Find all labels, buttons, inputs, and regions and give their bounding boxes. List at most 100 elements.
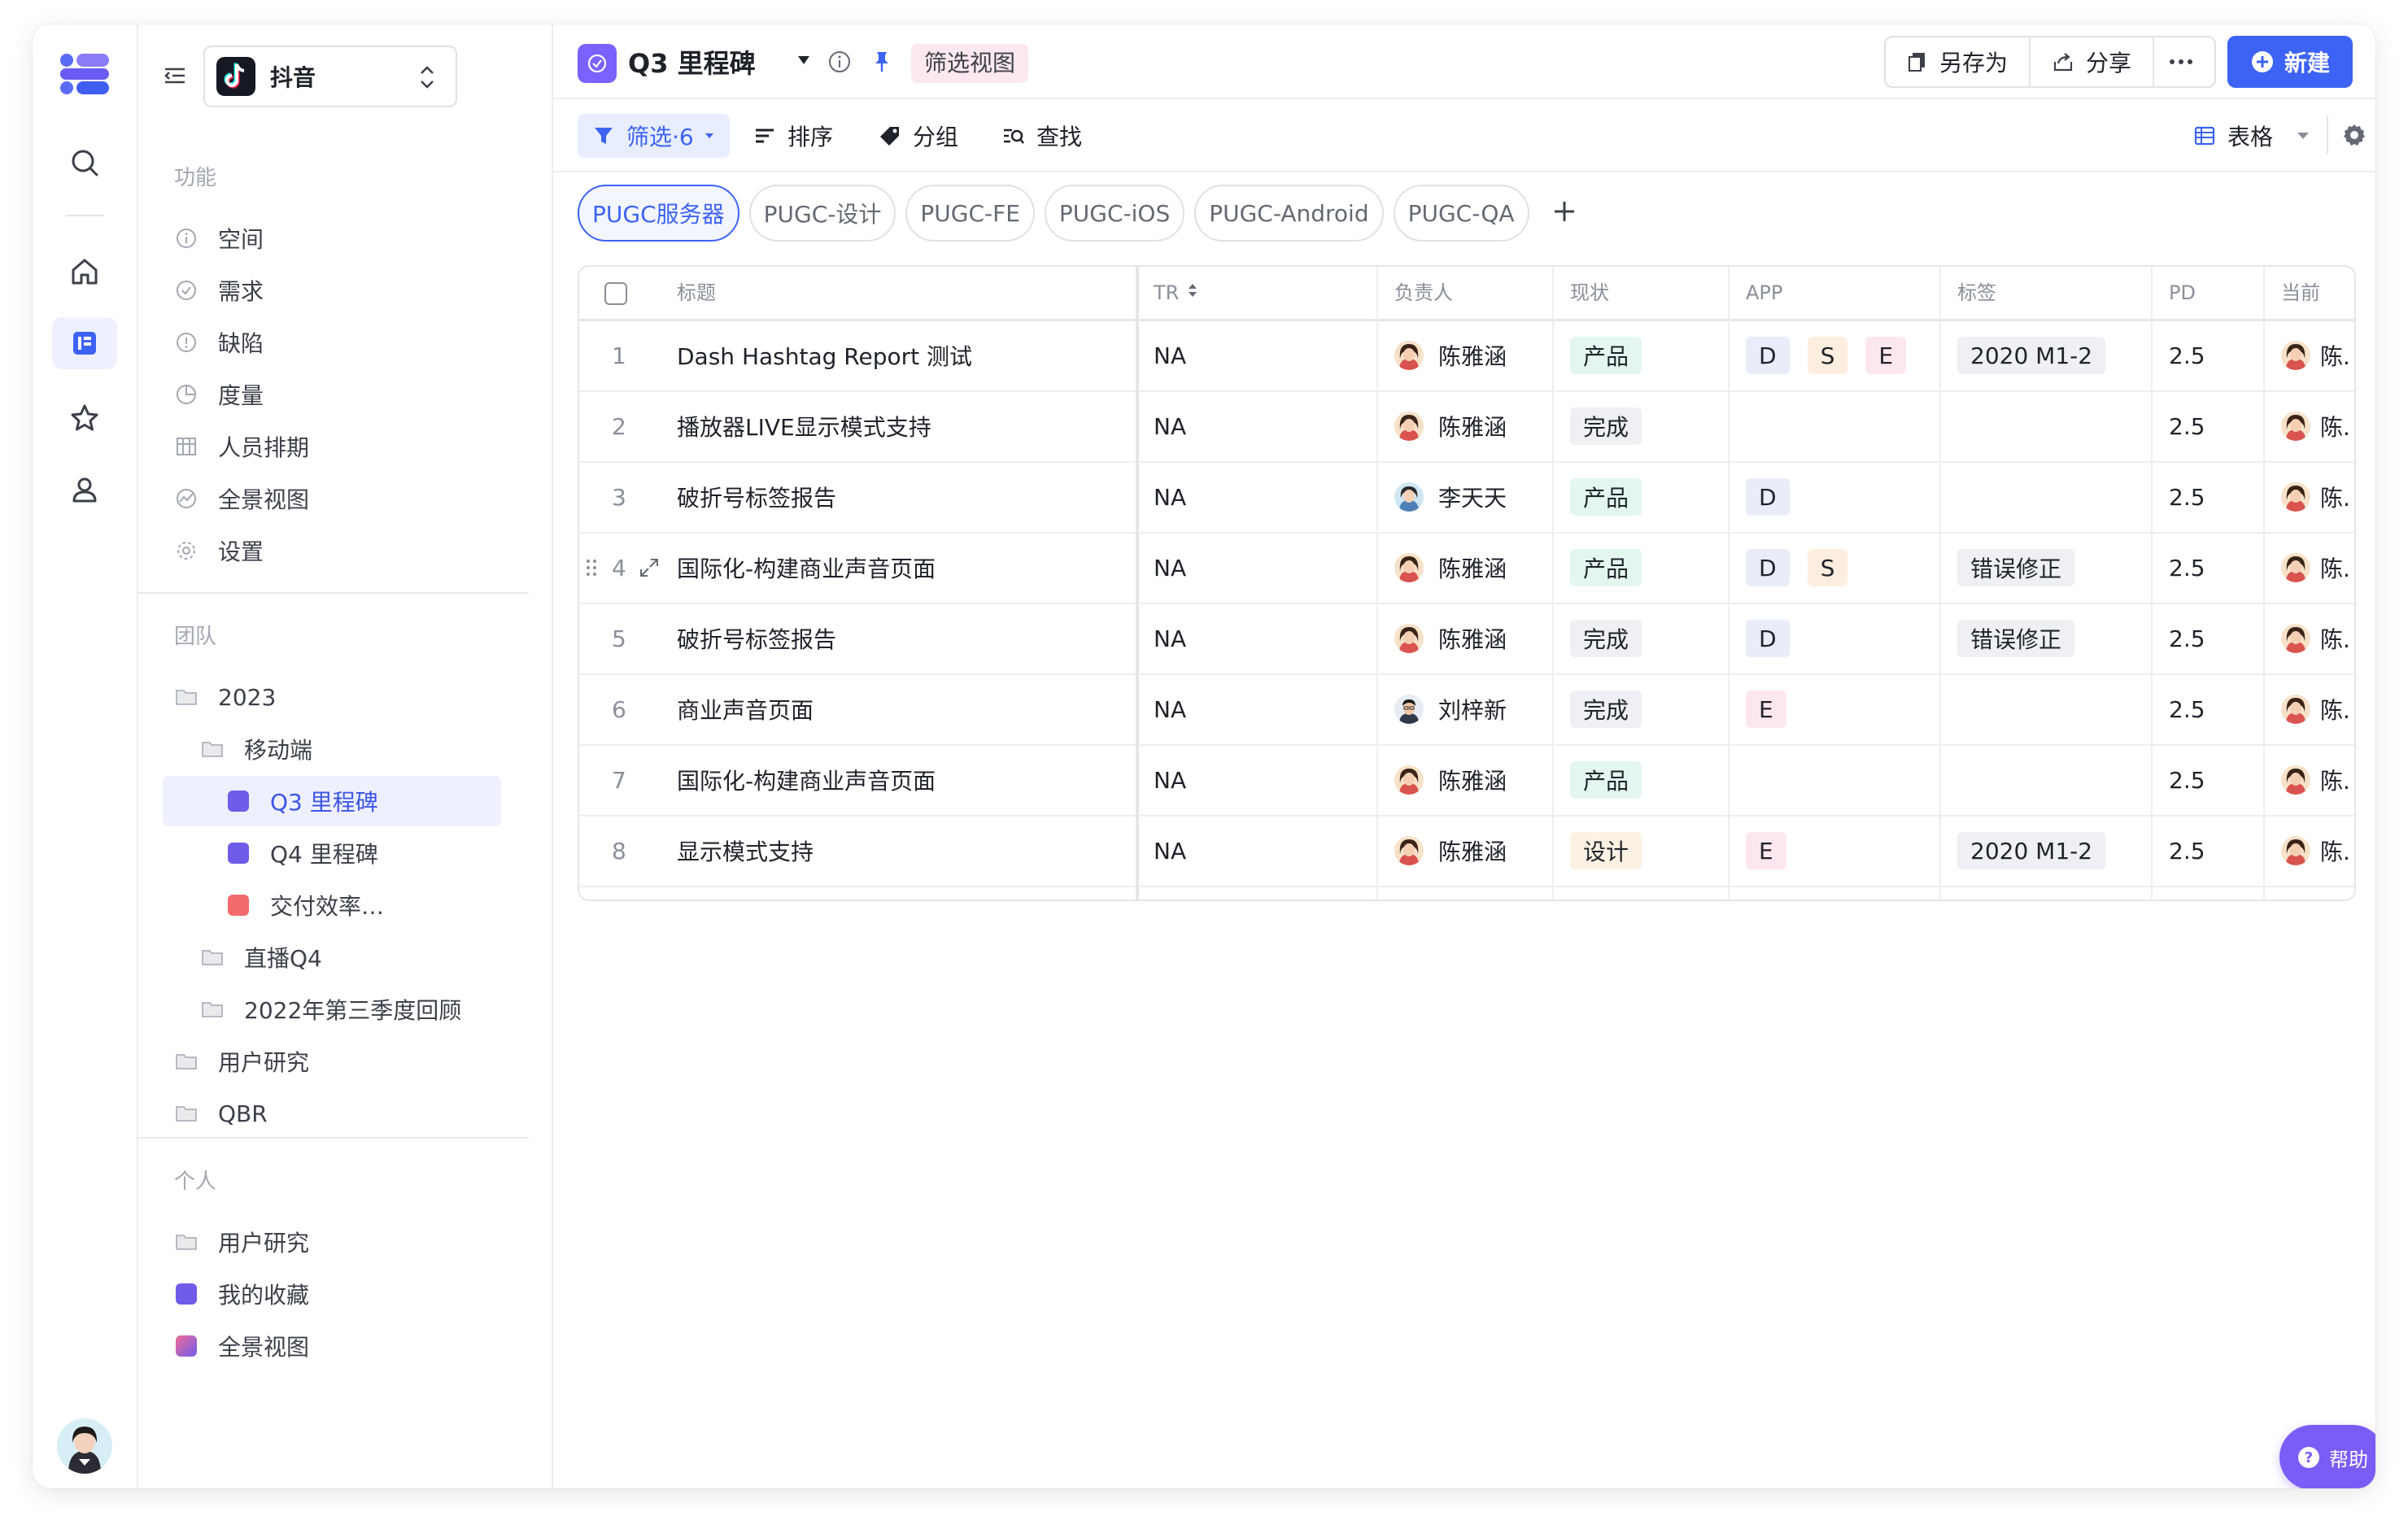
row-title[interactable]: 播放器LIVE显示模式支持	[677, 391, 931, 461]
app-selector[interactable]: 抖音	[203, 46, 457, 107]
row-status[interactable]: 产品	[1570, 533, 1660, 603]
row-current[interactable]: 陈.	[2281, 745, 2350, 815]
help-button[interactable]: ? 帮助	[2279, 1425, 2375, 1488]
col-title-header[interactable]: 标题	[677, 267, 716, 319]
col-tr-header[interactable]: TR	[1154, 267, 1198, 319]
row-current[interactable]: 陈.	[2281, 816, 2350, 886]
nav-metrics[interactable]: 度量	[163, 369, 527, 420]
current-user-avatar[interactable]	[57, 1418, 112, 1474]
col-owner-header[interactable]: 负责人	[1394, 267, 1453, 319]
expand-row-icon[interactable]	[638, 533, 661, 603]
nav-requirements[interactable]: 需求	[163, 265, 527, 316]
home-icon[interactable]	[52, 246, 117, 298]
workspace-doc-icon[interactable]	[52, 317, 117, 369]
pin-icon[interactable]	[869, 49, 895, 78]
star-icon[interactable]	[52, 392, 117, 444]
view-mode-selector[interactable]: 表格	[2193, 114, 2310, 158]
chip-pugc-android[interactable]: PUGC-Android	[1194, 185, 1384, 242]
row-current[interactable]: 陈.	[2281, 533, 2350, 603]
chip-pugc-fe[interactable]: PUGC-FE	[905, 185, 1035, 242]
row-status[interactable]: 完成	[1570, 674, 1660, 744]
chip-pugc-server[interactable]: PUGC服务器	[578, 185, 739, 242]
personal-favorites[interactable]: 我的收藏	[163, 1269, 527, 1319]
row-owner[interactable]: 李天天	[1394, 462, 1507, 532]
row-current[interactable]: 陈.	[2281, 320, 2350, 390]
collapse-sidebar-icon[interactable]	[163, 63, 187, 91]
col-pd-header[interactable]: PD	[2169, 267, 2196, 319]
folder-user-research[interactable]: 用户研究	[163, 1036, 527, 1087]
row-apps[interactable]: E	[1746, 816, 1804, 886]
row-owner[interactable]: 陈雅涵	[1394, 603, 1507, 673]
col-app-header[interactable]: APP	[1746, 267, 1782, 319]
row-title[interactable]: 商业声音页面	[677, 674, 814, 744]
row-title[interactable]: 破折号标签报告	[677, 462, 836, 532]
group-button[interactable]: 分组	[879, 114, 958, 158]
row-owner[interactable]: 陈雅涵	[1394, 320, 1507, 390]
row-title[interactable]: 显示模式支持	[677, 816, 814, 886]
row-owner[interactable]: 陈雅涵	[1394, 533, 1507, 603]
filter-button[interactable]: 筛选·6	[578, 114, 730, 158]
col-status-header[interactable]: 现状	[1570, 267, 1609, 319]
find-button[interactable]: 查找	[1002, 114, 1082, 158]
search-icon[interactable]	[52, 137, 117, 189]
row-apps[interactable]: DSE	[1746, 320, 1924, 390]
view-delivery-efficiency[interactable]: 交付效率…	[163, 880, 501, 930]
row-status[interactable]: 完成	[1570, 603, 1660, 673]
select-all-checkbox[interactable]	[604, 281, 628, 306]
row-owner[interactable]: 陈雅涵	[1394, 816, 1507, 886]
table-row[interactable]: 7 国际化-构建商业声音页面 NA 陈雅涵 产品 2.5 陈.	[579, 745, 2354, 817]
nav-staff-schedule[interactable]: 人员排期	[163, 421, 527, 472]
personal-panorama[interactable]: 全景视图	[163, 1321, 527, 1371]
title-dropdown-icon[interactable]	[796, 54, 812, 70]
row-title[interactable]: 破折号标签报告	[677, 603, 836, 673]
view-q4-milestone[interactable]: Q4 里程碑	[163, 828, 501, 878]
row-label[interactable]: 错误修正	[1957, 603, 2092, 673]
nav-space[interactable]: 空间	[163, 213, 527, 264]
table-row[interactable]: 5 破折号标签报告 NA 陈雅涵 完成 D 错误修正 2.5 陈.	[579, 603, 2354, 675]
add-chip-plus-icon[interactable]	[1551, 198, 1578, 229]
folder-2022-q3-review[interactable]: 2022年第三季度回顾	[189, 984, 527, 1035]
save-as-button[interactable]: 另存为	[1886, 37, 2029, 86]
table-row[interactable]: 6 商业声音页面 NA 刘梓新 完成 E 2.5 陈.	[579, 674, 2354, 746]
folder-2023[interactable]: 2023	[163, 672, 527, 722]
table-row[interactable]: 4 国际化-构建商业声音页面 NA 陈雅涵 产品 D S 错误修正 2.5 陈.	[579, 533, 2354, 604]
col-current-header[interactable]: 当前	[2281, 267, 2320, 319]
table-row[interactable]: 2 播放器LIVE显示模式支持 NA 陈雅涵 完成 2.5 陈.	[579, 391, 2354, 463]
nav-panorama[interactable]: 全景视图	[163, 473, 527, 524]
share-button[interactable]: 分享	[2031, 37, 2153, 86]
table-row[interactable]: 1 Dash Hashtag Report 测试 NA 陈雅涵 产品 D S E 2020 M1…	[579, 320, 2354, 392]
table-row[interactable]: 8 显示模式支持 NA 陈雅涵 设计 E 2020 M1-2 2.5 陈.	[579, 816, 2354, 887]
folder-live-q4[interactable]: 直播Q4	[189, 932, 527, 982]
row-label[interactable]: 错误修正	[1957, 533, 2092, 603]
row-apps[interactable]: D	[1746, 603, 1808, 673]
more-icon[interactable]	[2154, 37, 2208, 86]
row-status[interactable]: 产品	[1570, 320, 1660, 390]
row-apps[interactable]: E	[1746, 674, 1804, 744]
row-current[interactable]: 陈.	[2281, 603, 2350, 673]
row-owner[interactable]: 陈雅涵	[1394, 745, 1507, 815]
folder-mobile[interactable]: 移动端	[189, 724, 527, 774]
row-status[interactable]: 产品	[1570, 745, 1660, 815]
row-apps[interactable]: DS	[1746, 533, 1865, 603]
chip-pugc-design[interactable]: PUGC-设计	[748, 185, 896, 242]
table-settings-gear-icon[interactable]	[2327, 115, 2367, 155]
folder-qbr[interactable]: QBR	[163, 1088, 527, 1139]
chip-pugc-qa[interactable]: PUGC-QA	[1393, 185, 1529, 242]
info-icon[interactable]	[827, 49, 853, 78]
chip-pugc-ios[interactable]: PUGC-iOS	[1044, 185, 1185, 242]
nav-defects[interactable]: 缺陷	[163, 317, 527, 368]
drag-handle-icon[interactable]	[579, 533, 604, 603]
row-title[interactable]: 国际化-构建商业声音页面	[677, 745, 936, 815]
row-status[interactable]: 完成	[1570, 391, 1660, 461]
personal-folder-user-research[interactable]: 用户研究	[163, 1217, 527, 1267]
row-status[interactable]: 设计	[1570, 816, 1660, 886]
user-icon[interactable]	[52, 464, 117, 516]
row-status[interactable]: 产品	[1570, 462, 1660, 532]
new-button[interactable]: 新建	[2227, 36, 2353, 88]
row-owner[interactable]: 刘梓新	[1394, 674, 1507, 744]
sort-button[interactable]: 排序	[753, 114, 833, 158]
row-title[interactable]: Dash Hashtag Report 测试	[677, 320, 972, 390]
row-title[interactable]: 国际化-构建商业声音页面	[677, 533, 936, 603]
row-current[interactable]: 陈.	[2281, 462, 2350, 532]
row-current[interactable]: 陈.	[2281, 391, 2350, 461]
